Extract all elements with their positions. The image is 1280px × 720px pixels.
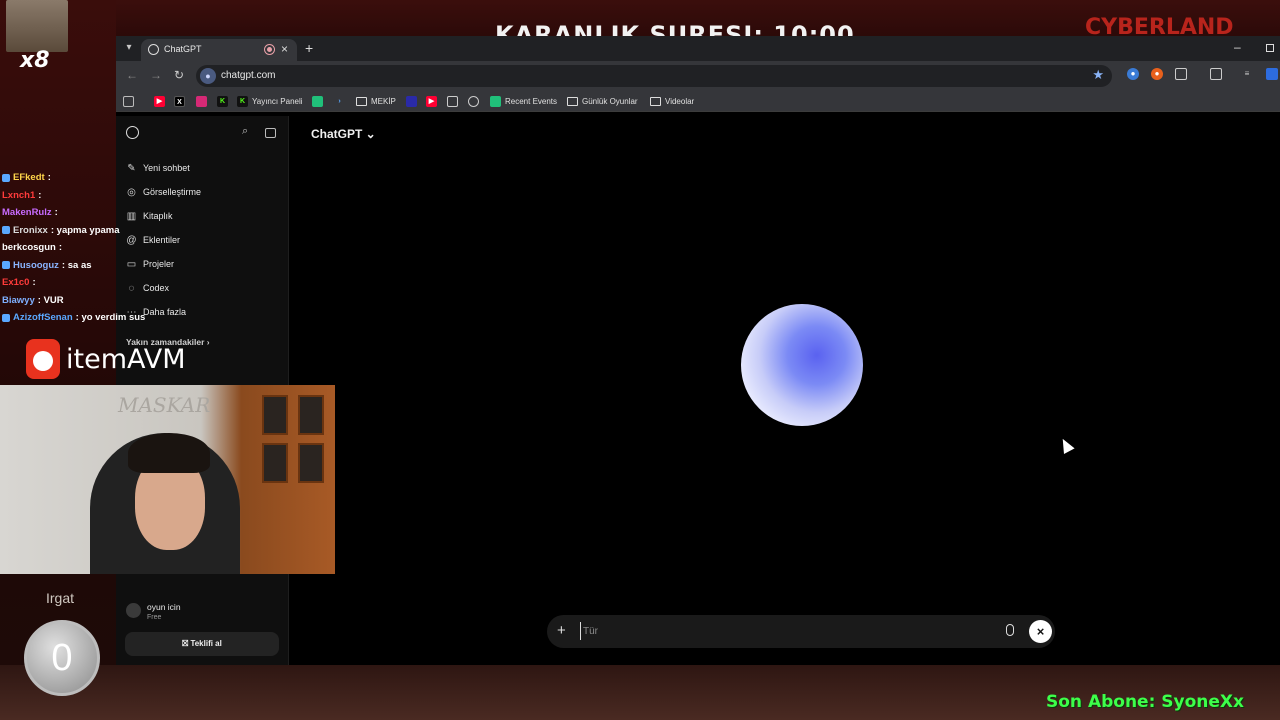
tab-bar: ▾ ChatGPT × + –: [116, 36, 1280, 61]
bookmark-star-icon[interactable]: ★: [1092, 67, 1104, 83]
bookmark-icon[interactable]: [406, 94, 417, 108]
mouse-cursor-icon: [1057, 436, 1075, 454]
maximize-button[interactable]: [1266, 44, 1274, 52]
badge-icon: [2, 261, 10, 270]
stream-chat: EFkedt: Lxnch1: MakenRulz: Eronixx: yapm…: [2, 169, 152, 327]
chat-message: Lxnch1:: [2, 189, 42, 201]
emote-image: [6, 0, 68, 52]
bookmark-mekip[interactable]: MEKİP: [356, 94, 396, 108]
add-attachment-icon[interactable]: +: [557, 622, 566, 639]
door-panel: [298, 443, 324, 483]
back-icon[interactable]: ←: [126, 68, 138, 82]
bookmark-videolar[interactable]: Videolar: [650, 94, 694, 108]
site-info-icon[interactable]: ●: [200, 68, 216, 84]
badge-icon: [2, 226, 10, 235]
reading-list-icon[interactable]: ≡: [1241, 68, 1253, 80]
omnibox[interactable]: ● chatgpt.com ★: [196, 65, 1112, 87]
image-icon[interactable]: [447, 94, 458, 108]
end-voice-button[interactable]: ×: [1029, 620, 1052, 643]
door-panel: [262, 395, 288, 435]
webcam-overlay: MASKAR: [0, 385, 335, 574]
chat-message: Husooguz: sa as: [2, 257, 152, 275]
forward-icon[interactable]: →: [150, 68, 162, 82]
microphone-icon[interactable]: [1006, 624, 1014, 636]
reload-icon[interactable]: ↻: [174, 68, 184, 82]
chat-message: Ex1c0:: [2, 277, 36, 289]
prompt-input[interactable]: [580, 622, 960, 640]
model-selector[interactable]: ChatGPT ⌄: [311, 127, 376, 141]
last-subscriber-text: Son Abone: SyoneXx: [1046, 692, 1245, 712]
side-panel-icon[interactable]: [1210, 68, 1222, 80]
bookmark-gunluk-oyunlar[interactable]: Günlük Oyunlar: [567, 94, 638, 108]
folder-icon: [650, 96, 661, 106]
counter-dial: 0: [24, 620, 100, 696]
webcam-watermark: MASKAR: [118, 393, 211, 417]
instagram-icon[interactable]: [196, 94, 207, 108]
address-bar-row: ← → ↻ ● chatgpt.com ★ ● ● ≡: [116, 61, 1280, 90]
bookmarks-bar: ▶ X K K Yayıncı Paneli › MEKİP ▶ Recent E…: [116, 90, 1280, 112]
bookmark-icon[interactable]: [312, 94, 323, 108]
upgrade-button[interactable]: ⛝ Teklifi al: [125, 632, 279, 656]
composer: + ×: [547, 615, 1055, 648]
chat-message: berkcosgun:: [2, 242, 63, 254]
emote-count: x8: [20, 48, 50, 73]
folder-icon: [356, 96, 367, 106]
kick-icon[interactable]: K: [217, 94, 228, 108]
extension-icon[interactable]: ●: [1127, 68, 1139, 80]
shopping-bag-icon: [26, 339, 60, 379]
tab-chatgpt[interactable]: ChatGPT ×: [141, 39, 297, 61]
chat-message: Eronixx: yapma ypama: [2, 222, 152, 240]
chatgpt-favicon-icon: [148, 44, 159, 55]
tab-search-icon[interactable]: ▾: [122, 41, 136, 55]
sponsor-text: itemAVM: [66, 343, 186, 375]
sidebar-toggle-icon[interactable]: [265, 128, 276, 138]
apps-grid-icon[interactable]: [123, 94, 134, 108]
search-icon[interactable]: ⌕: [242, 125, 248, 138]
youtube-icon[interactable]: ▶: [426, 94, 437, 108]
door-panel: [262, 443, 288, 483]
badge-icon: [2, 313, 10, 322]
streamer-hair: [128, 433, 210, 473]
badge-icon: [2, 173, 10, 182]
bookmark-icon[interactable]: [468, 94, 479, 108]
extension-icon[interactable]: ●: [1151, 68, 1163, 80]
tab-title: ChatGPT: [164, 44, 202, 54]
recording-indicator-icon: [265, 45, 274, 54]
chat-message: AzizoffSenan: yo verdim sus: [2, 309, 152, 327]
avatar: [126, 603, 141, 618]
bookmark-yayinci-paneli[interactable]: K Yayıncı Paneli: [237, 94, 303, 108]
url-text[interactable]: chatgpt.com: [221, 70, 275, 81]
youtube-icon[interactable]: ▶: [154, 94, 165, 108]
bookmark-recent-events[interactable]: Recent Events: [490, 94, 557, 108]
new-tab-button[interactable]: +: [305, 40, 313, 56]
chat-message: EFkedt:: [2, 169, 152, 187]
door-panel: [298, 395, 324, 435]
counter-label: Irgat: [46, 590, 75, 606]
voice-mode-orb: [741, 304, 863, 426]
chat-message: MakenRulz:: [2, 207, 58, 219]
chat-message: Biawyy: VUR: [2, 294, 64, 306]
user-plan: Free: [147, 614, 162, 621]
extensions-puzzle-icon[interactable]: [1175, 68, 1187, 80]
tab-close-icon[interactable]: ×: [281, 42, 288, 56]
sponsor-banner: itemAVM: [26, 338, 186, 380]
user-name: oyun icin: [147, 602, 181, 612]
game-brand-text: CYBERLAND ROX: [1085, 15, 1234, 38]
x-icon[interactable]: X: [174, 94, 185, 108]
profile-icon[interactable]: [1266, 68, 1278, 80]
bookmark-icon[interactable]: ›: [334, 94, 345, 108]
folder-icon: [567, 96, 578, 106]
minimize-button[interactable]: –: [1234, 40, 1241, 54]
openai-logo-icon[interactable]: [126, 126, 139, 139]
